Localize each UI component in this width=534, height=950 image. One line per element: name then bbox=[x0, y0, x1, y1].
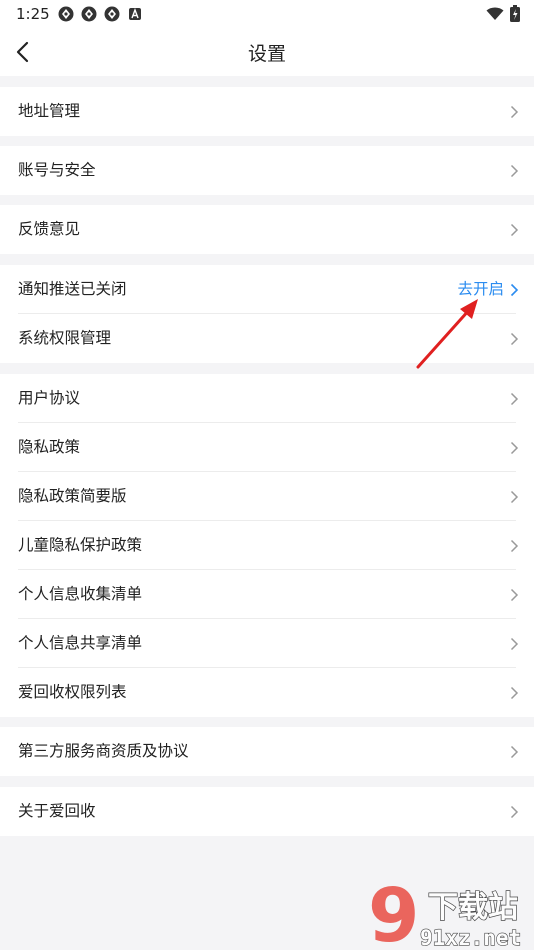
chevron-right-icon bbox=[510, 490, 519, 504]
row-label: 关于爱回收 bbox=[18, 802, 96, 820]
watermark-number: 9 bbox=[368, 875, 420, 950]
row-label: 用户协议 bbox=[18, 389, 81, 407]
chevron-right-icon bbox=[510, 588, 519, 602]
settings-group-policies: 用户协议 隐私政策 隐私政策简要版 儿童隐私保护政策 个人信息收集清单 个人信息… bbox=[0, 374, 534, 717]
wifi-icon bbox=[486, 7, 504, 20]
settings-row-third-party[interactable]: 第三方服务商资质及协议 bbox=[0, 727, 534, 776]
settings-row-about[interactable]: 关于爱回收 bbox=[0, 787, 534, 836]
watermark-logo: 9 下载站 91xz.net bbox=[368, 875, 522, 950]
chevron-right-icon bbox=[510, 164, 519, 178]
chevron-right-icon bbox=[510, 637, 519, 651]
settings-group-third-party: 第三方服务商资质及协议 bbox=[0, 727, 534, 776]
settings-row-privacy-policy[interactable]: 隐私政策 bbox=[0, 423, 534, 472]
settings-row-privacy-policy-brief[interactable]: 隐私政策简要版 bbox=[0, 472, 534, 521]
app-notification-icon bbox=[58, 6, 74, 22]
row-label: 隐私政策简要版 bbox=[18, 487, 127, 505]
settings-row-child-privacy[interactable]: 儿童隐私保护政策 bbox=[0, 521, 534, 570]
status-bar: 1:25 bbox=[0, 0, 534, 28]
chevron-right-icon bbox=[510, 223, 519, 237]
chevron-right-icon bbox=[510, 686, 519, 700]
row-label: 个人信息共享清单 bbox=[18, 634, 143, 652]
settings-group-feedback: 反馈意见 bbox=[0, 205, 534, 254]
app-notification-icon bbox=[81, 6, 97, 22]
status-time: 1:25 bbox=[16, 5, 50, 23]
settings-row-feedback[interactable]: 反馈意见 bbox=[0, 205, 534, 254]
page-title: 设置 bbox=[247, 43, 286, 65]
app-header: 设置 bbox=[0, 28, 534, 76]
settings-group-address: 地址管理 bbox=[0, 87, 534, 136]
row-label: 通知推送已关闭 bbox=[18, 280, 127, 298]
chevron-right-icon bbox=[510, 805, 519, 819]
settings-group-account: 账号与安全 bbox=[0, 146, 534, 195]
settings-row-address[interactable]: 地址管理 bbox=[0, 87, 534, 136]
row-label: 爱回收权限列表 bbox=[18, 683, 127, 701]
chevron-right-icon bbox=[510, 283, 519, 297]
battery-charging-icon bbox=[510, 5, 520, 22]
chevron-right-icon bbox=[510, 745, 519, 759]
row-label: 地址管理 bbox=[18, 102, 81, 120]
chevron-right-icon bbox=[510, 392, 519, 406]
row-label: 系统权限管理 bbox=[18, 329, 112, 347]
a-notification-icon bbox=[129, 8, 141, 20]
watermark-url: 91xz.net bbox=[420, 926, 521, 950]
chevron-right-icon bbox=[510, 539, 519, 553]
row-label: 第三方服务商资质及协议 bbox=[18, 742, 189, 760]
annotation-arrow-icon bbox=[416, 299, 478, 369]
settings-group-about: 关于爱回收 bbox=[0, 787, 534, 836]
chevron-right-icon bbox=[510, 332, 519, 346]
row-label: 隐私政策 bbox=[18, 438, 81, 456]
status-right bbox=[486, 5, 520, 22]
app-notification-icon bbox=[104, 6, 120, 22]
row-label: 账号与安全 bbox=[18, 161, 96, 179]
settings-row-info-collection[interactable]: 个人信息收集清单 bbox=[0, 570, 534, 619]
row-label: 儿童隐私保护政策 bbox=[18, 536, 143, 554]
settings-row-user-agreement[interactable]: 用户协议 bbox=[0, 374, 534, 423]
watermark-text: 下载站 bbox=[428, 890, 518, 925]
row-label: 反馈意见 bbox=[18, 220, 81, 238]
settings-row-permission-list[interactable]: 爱回收权限列表 bbox=[0, 668, 534, 717]
settings-row-account-security[interactable]: 账号与安全 bbox=[0, 146, 534, 195]
notification-icons bbox=[58, 6, 143, 22]
settings-row-info-sharing[interactable]: 个人信息共享清单 bbox=[0, 619, 534, 668]
row-label: 个人信息收集清单 bbox=[18, 585, 143, 603]
chevron-right-icon bbox=[510, 105, 519, 119]
chevron-right-icon bbox=[510, 441, 519, 455]
